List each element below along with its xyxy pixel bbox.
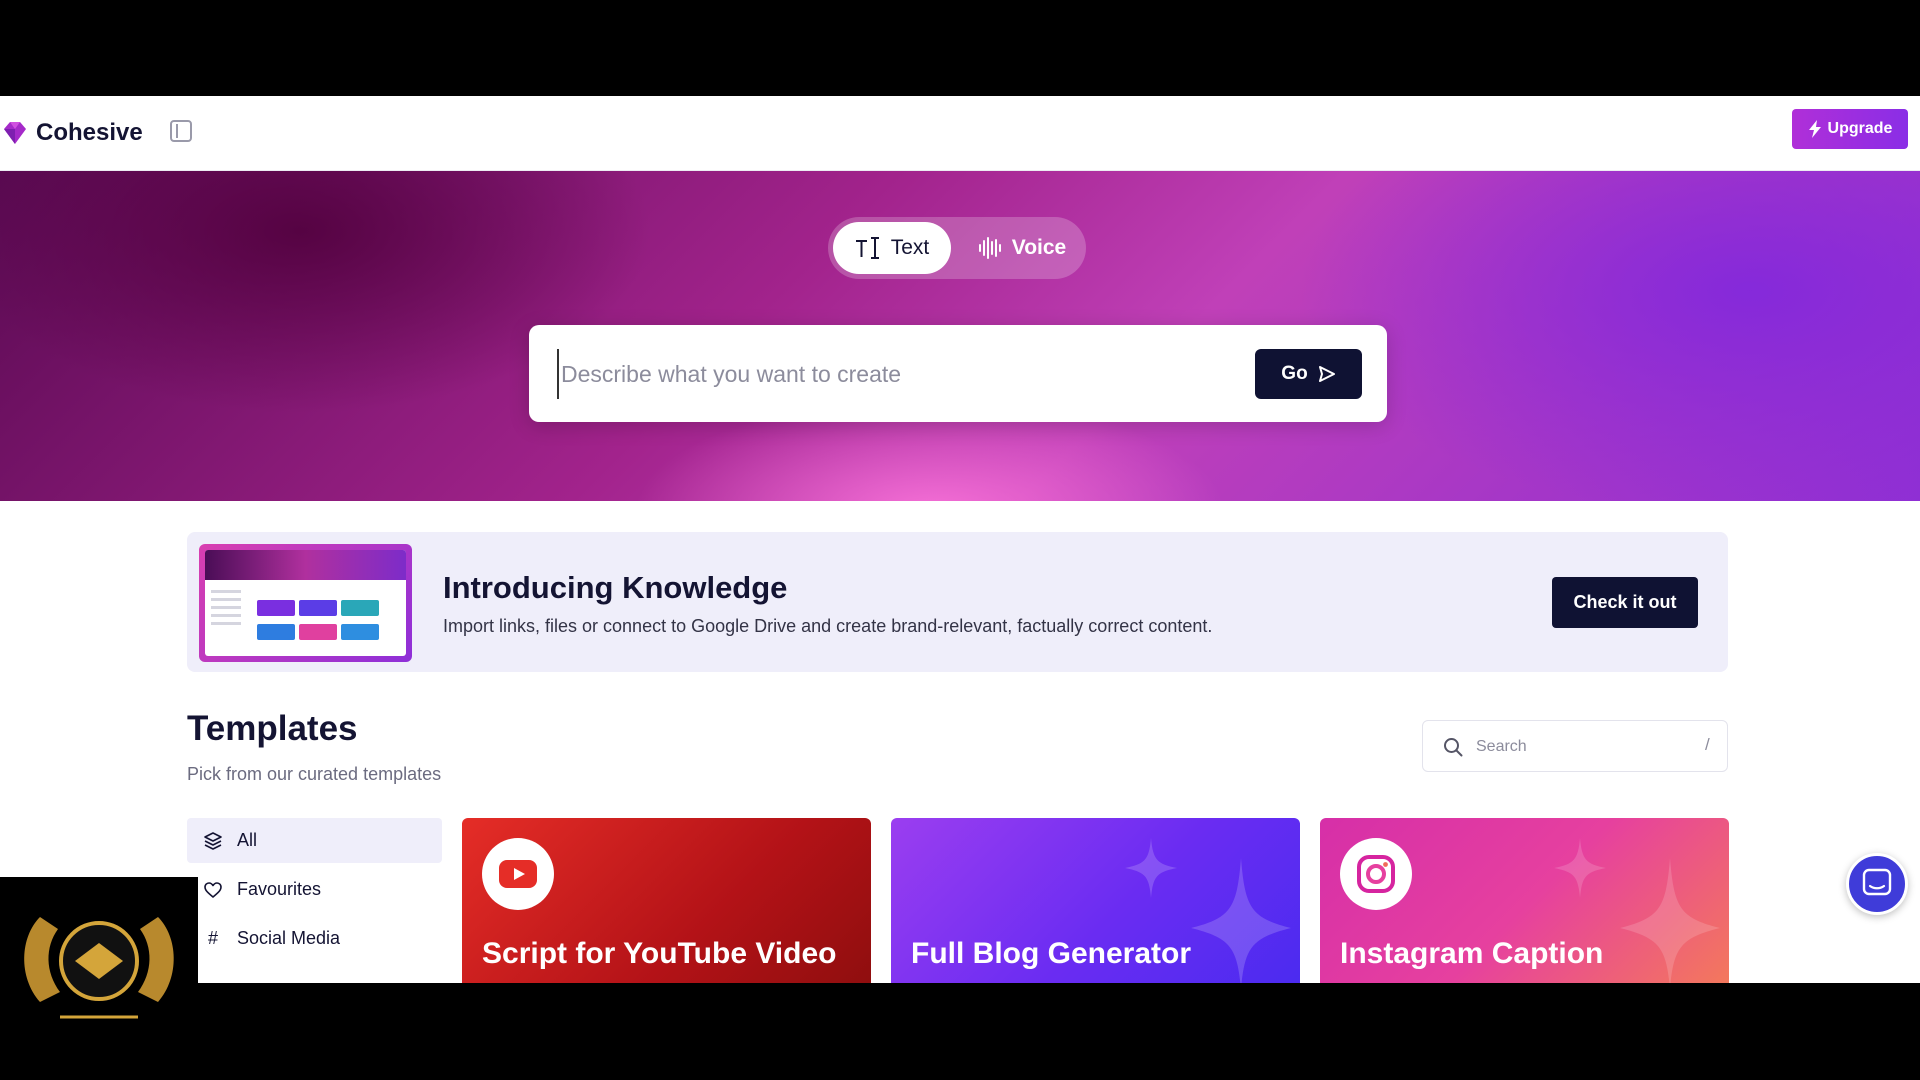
template-search: / <box>1422 720 1728 772</box>
check-it-out-button[interactable]: Check it out <box>1552 577 1698 628</box>
brand-name: Cohesive <box>36 119 143 146</box>
sidebar-toggle-icon[interactable] <box>170 120 192 142</box>
send-icon <box>1318 366 1335 382</box>
input-mode-switch: Text Voice <box>828 217 1086 279</box>
upgrade-button[interactable]: Upgrade <box>1792 109 1908 149</box>
templates-heading: Templates <box>187 709 358 748</box>
instagram-icon <box>1340 838 1412 910</box>
search-shortcut-hint: / <box>1705 735 1710 754</box>
category-item-all[interactable]: All <box>187 818 442 863</box>
waveform-icon <box>978 237 1001 259</box>
cohesive-logo-icon <box>4 122 26 144</box>
app-window: Cohesive Upgrade Text Voice Describe wha… <box>0 96 1920 983</box>
template-card-title: Full Blog Generator <box>911 937 1192 970</box>
mode-text-button[interactable]: Text <box>833 222 951 274</box>
category-item-favourites[interactable]: Favourites <box>187 867 442 912</box>
prompt-input[interactable] <box>557 349 1237 399</box>
chat-widget-button[interactable] <box>1846 853 1908 915</box>
category-item-social-media[interactable]: # Social Media <box>187 916 442 961</box>
hash-icon: # <box>207 928 218 948</box>
top-bar: Cohesive Upgrade <box>0 96 1920 171</box>
youtube-icon <box>482 838 554 910</box>
mode-voice-button[interactable]: Voice <box>963 222 1081 274</box>
template-card-blog-generator[interactable]: Full Blog Generator <box>891 818 1300 983</box>
mode-text-label: Text <box>890 236 930 259</box>
text-cursor-icon <box>855 237 879 259</box>
channel-watermark-logo <box>0 877 198 1047</box>
template-card-youtube-script[interactable]: Script for YouTube Video <box>462 818 871 983</box>
heart-icon <box>203 880 223 900</box>
category-label: Favourites <box>237 879 322 899</box>
chat-icon <box>1862 868 1892 896</box>
announcement-description: Import links, files or connect to Google… <box>443 616 1213 636</box>
go-button[interactable]: Go <box>1255 349 1362 399</box>
lightning-icon <box>1808 120 1821 138</box>
prompt-box: Go <box>529 325 1387 422</box>
mode-voice-label: Voice <box>1011 236 1067 259</box>
announcement-thumbnail <box>199 544 412 662</box>
brand[interactable]: Cohesive <box>2 116 143 150</box>
template-card-title: Script for YouTube Video <box>482 937 837 970</box>
search-icon <box>1444 738 1463 757</box>
go-label: Go <box>1281 363 1308 384</box>
category-list: All Favourites # Social Media <box>187 818 442 965</box>
template-card-instagram-caption[interactable]: Instagram Caption <box>1320 818 1729 983</box>
templates-subheading: Pick from our curated templates <box>187 764 442 784</box>
category-label: Social Media <box>237 928 341 948</box>
layers-icon <box>203 831 223 851</box>
template-search-input[interactable] <box>1476 733 1696 761</box>
category-label: All <box>237 830 258 850</box>
announcement-title: Introducing Knowledge <box>443 570 788 605</box>
hero-banner: Text Voice Go <box>0 171 1920 501</box>
template-card-title: Instagram Caption <box>1340 937 1604 970</box>
upgrade-label: Upgrade <box>1827 120 1893 137</box>
knowledge-announcement: Introducing Knowledge Import links, file… <box>187 532 1728 672</box>
